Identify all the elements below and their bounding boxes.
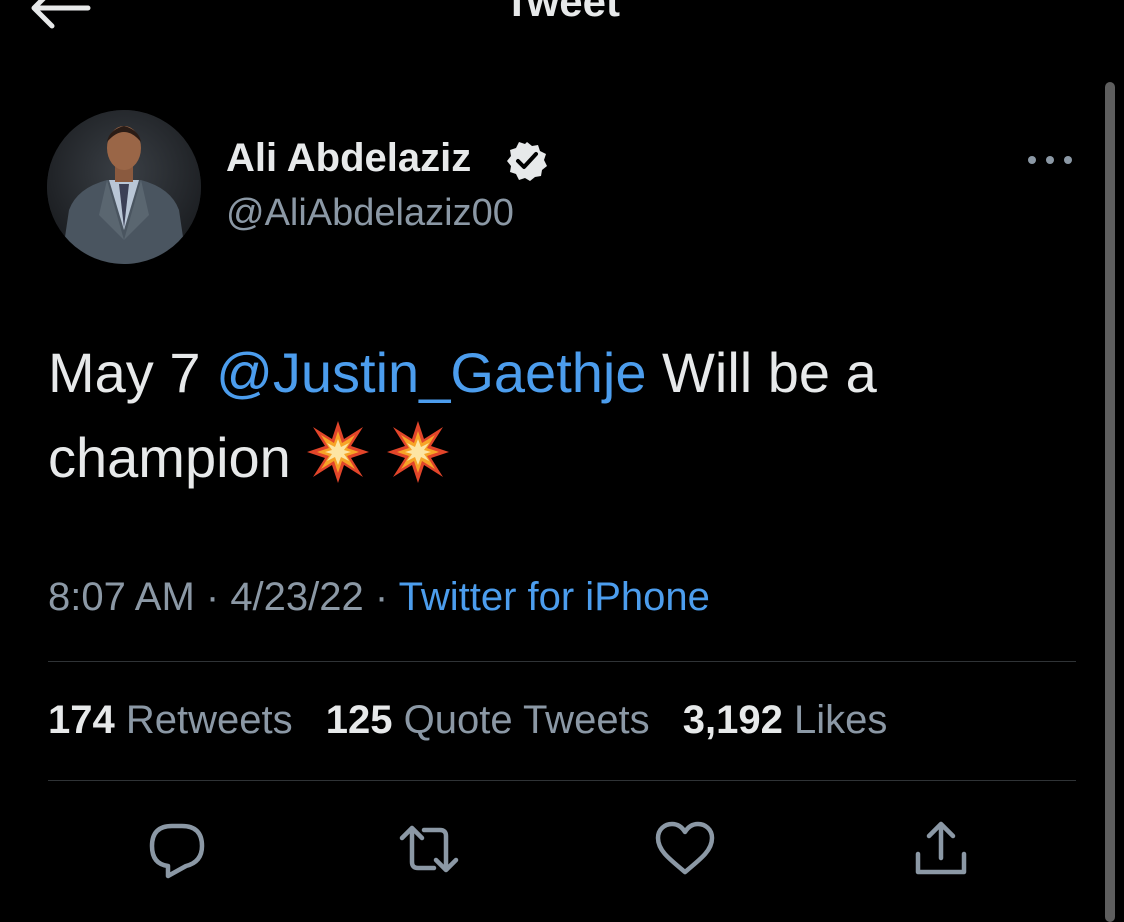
quote-tweets-stat[interactable]: 125 Quote Tweets bbox=[326, 698, 650, 742]
likes-stat[interactable]: 3,192 Likes bbox=[683, 698, 888, 742]
reply-icon[interactable] bbox=[146, 818, 208, 880]
verified-badge-icon bbox=[507, 142, 547, 181]
scrollbar[interactable] bbox=[1105, 82, 1115, 922]
avatar-image bbox=[47, 110, 201, 264]
more-options-icon[interactable] bbox=[1024, 148, 1076, 172]
tweet-time: 8:07 AM bbox=[48, 575, 195, 619]
tweet-date: 4/23/22 bbox=[230, 575, 364, 619]
tweet-text: May 7 @Justin_Gaethje Will be a champion bbox=[48, 330, 1048, 500]
author-handle[interactable]: @AliAbdelaziz00 bbox=[226, 192, 514, 235]
page-title: Tweet bbox=[504, 0, 620, 25]
quote-tweets-label: Quote Tweets bbox=[392, 698, 650, 742]
separator: · bbox=[363, 575, 399, 619]
divider bbox=[48, 661, 1076, 662]
retweets-count: 174 bbox=[48, 698, 115, 742]
quote-tweets-count: 125 bbox=[325, 698, 393, 742]
share-icon[interactable] bbox=[910, 818, 972, 880]
top-nav-bar: Tweet bbox=[0, 0, 1124, 40]
mention-link[interactable]: @Justin_Gaethje bbox=[216, 341, 646, 404]
retweets-stat[interactable]: 174 Retweets bbox=[48, 698, 293, 742]
source-link[interactable]: Twitter for iPhone bbox=[399, 575, 710, 619]
avatar[interactable] bbox=[47, 110, 201, 264]
collision-icon bbox=[306, 421, 369, 483]
tweet-metadata: 8:07 AM · 4/23/22 · Twitter for iPhone bbox=[48, 575, 710, 620]
retweets-label: Retweets bbox=[114, 698, 293, 742]
tweet-text-part: May 7 bbox=[48, 341, 217, 404]
likes-count: 3,192 bbox=[682, 698, 783, 742]
separator: · bbox=[194, 575, 231, 619]
engagement-stats: 174 Retweets 125 Quote Tweets 3,192 Like… bbox=[48, 698, 909, 743]
like-icon[interactable] bbox=[654, 818, 716, 880]
likes-label: Likes bbox=[782, 698, 888, 742]
author-name[interactable]: Ali Abdelaziz bbox=[226, 136, 471, 181]
collision-icon bbox=[386, 421, 449, 483]
retweet-icon[interactable] bbox=[398, 818, 460, 880]
divider bbox=[48, 780, 1076, 781]
